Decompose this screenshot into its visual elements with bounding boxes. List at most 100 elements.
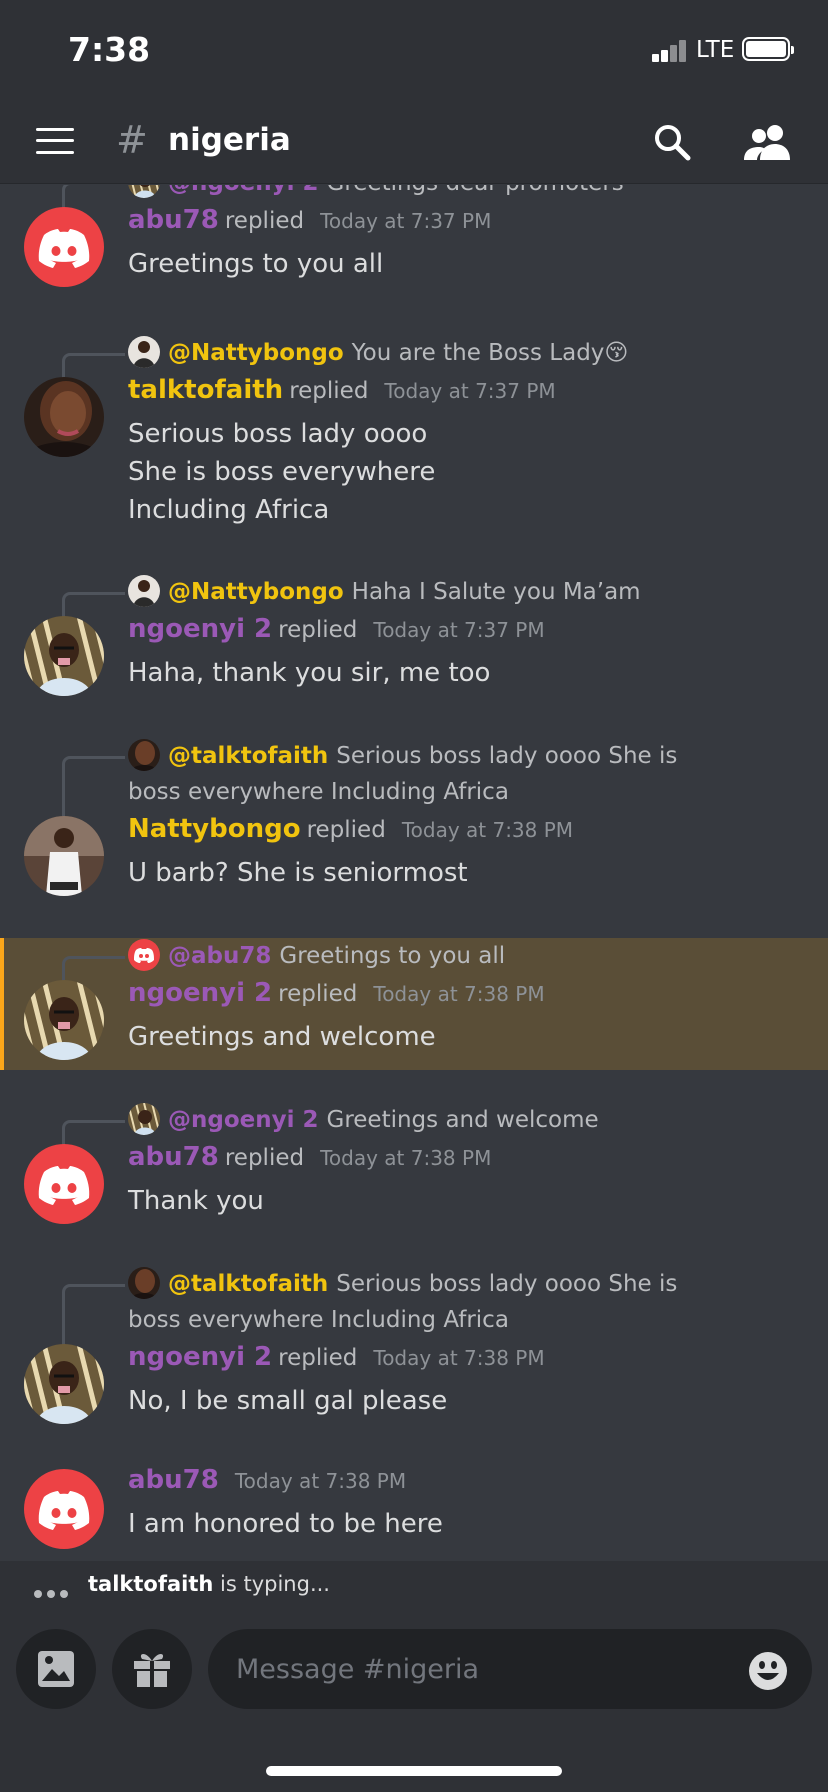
message-header: abu78 replied Today at 7:38 PM xyxy=(128,1142,491,1172)
message-item[interactable]: @talktofaith Serious boss lady oooo She i… xyxy=(0,1266,828,1426)
reply-mention[interactable]: @ngoenyi 2 xyxy=(168,1107,319,1133)
status-bar: 7:38 LTE xyxy=(0,0,828,100)
channel-header: # nigeria xyxy=(0,100,828,184)
emoji-icon[interactable] xyxy=(748,1651,788,1691)
typing-user: talktofaith xyxy=(88,1572,214,1596)
message-line: Greetings to you all xyxy=(128,249,384,279)
discord-logo-icon xyxy=(24,207,104,287)
hamburger-icon[interactable] xyxy=(36,126,74,156)
message-item[interactable]: abu78 Today at 7:38 PM I am honored to be… xyxy=(0,1465,828,1561)
reply-text: Greetings and welcome xyxy=(326,1107,599,1133)
message-header: abu78 replied Today at 7:37 PM xyxy=(128,205,491,235)
reply-avatar xyxy=(128,1267,160,1299)
reply-preview[interactable]: @abu78 Greetings to you all xyxy=(128,938,708,974)
username[interactable]: abu78 xyxy=(128,205,219,235)
message-header: ngoenyi 2 replied Today at 7:38 PM xyxy=(128,978,545,1008)
timestamp: Today at 7:38 PM xyxy=(234,1469,407,1493)
message-item-highlighted[interactable]: @abu78 Greetings to you all ngoenyi 2 repl… xyxy=(0,938,828,1070)
message-line: Including Africa xyxy=(128,495,330,525)
message-content: Haha, thank you sir, me too xyxy=(128,654,490,692)
reply-avatar xyxy=(128,336,160,368)
reply-preview[interactable]: @Nattybongo You are the Boss Lady😚 xyxy=(128,335,708,371)
message-item[interactable]: @ngoenyi 2 Greetings dear promoters abu78… xyxy=(0,185,828,305)
message-line: She is boss everywhere xyxy=(128,457,436,487)
reply-text: Haha I Salute you Ma’am xyxy=(351,579,641,605)
reply-mention[interactable]: @Nattybongo xyxy=(168,340,344,366)
reply-text: Greetings to you all xyxy=(279,943,506,969)
message-input[interactable] xyxy=(208,1629,812,1709)
typing-dots-icon xyxy=(34,1583,73,1602)
search-icon[interactable] xyxy=(652,122,692,162)
reply-mention[interactable]: @Nattybongo xyxy=(168,579,344,605)
replied-label: replied xyxy=(278,1345,358,1371)
reply-avatar xyxy=(128,739,160,771)
reply-preview[interactable]: @ngoenyi 2 Greetings dear promoters xyxy=(128,185,708,201)
reply-preview[interactable]: @talktofaith Serious boss lady oooo She i… xyxy=(128,1266,708,1338)
reply-mention[interactable]: @ngoenyi 2 xyxy=(168,185,319,196)
image-upload-button[interactable] xyxy=(16,1629,96,1709)
timestamp: Today at 7:38 PM xyxy=(401,818,574,842)
avatar[interactable] xyxy=(24,207,104,287)
message-content: Greetings and welcome xyxy=(128,1018,436,1056)
timestamp: Today at 7:37 PM xyxy=(384,379,556,403)
message-header: abu78 Today at 7:38 PM xyxy=(128,1465,406,1495)
message-line: Haha, thank you sir, me too xyxy=(128,658,491,688)
message-item[interactable]: @Nattybongo You are the Boss Lady😚 talkto… xyxy=(0,335,828,535)
battery-icon xyxy=(742,37,794,61)
username[interactable]: talktofaith xyxy=(128,375,283,405)
reply-connector xyxy=(62,756,125,819)
message-item[interactable]: @talktofaith Serious boss lady oooo She i… xyxy=(0,738,828,898)
reply-avatar xyxy=(128,1103,160,1135)
avatar[interactable] xyxy=(24,816,104,896)
message-item[interactable]: @Nattybongo Haha I Salute you Ma’am ngoen… xyxy=(0,574,828,704)
message-line: U barb? She is seniormost xyxy=(128,858,468,888)
message-header: talktofaith replied Today at 7:37 PM xyxy=(128,375,556,405)
home-indicator xyxy=(266,1766,562,1776)
image-icon xyxy=(38,1651,74,1687)
replied-label: replied xyxy=(306,817,386,843)
gift-button[interactable] xyxy=(112,1629,192,1709)
replied-label: replied xyxy=(224,208,305,234)
typing-text: talktofaith is typing... xyxy=(88,1572,330,1596)
message-content: Thank you xyxy=(128,1182,264,1220)
message-composer xyxy=(0,1611,828,1792)
reply-preview[interactable]: @ngoenyi 2 Greetings and welcome xyxy=(128,1102,708,1138)
username[interactable]: abu78 xyxy=(128,1142,219,1172)
message-item[interactable]: @ngoenyi 2 Greetings and welcome abu78 rep… xyxy=(0,1102,828,1232)
username[interactable]: abu78 xyxy=(128,1465,219,1495)
replied-label: replied xyxy=(278,981,358,1007)
reply-preview[interactable]: @talktofaith Serious boss lady oooo She i… xyxy=(128,738,708,810)
members-icon[interactable] xyxy=(742,122,792,162)
timestamp: Today at 7:38 PM xyxy=(373,1346,545,1370)
avatar[interactable] xyxy=(24,1344,104,1424)
reply-text: Greetings dear promoters xyxy=(327,185,624,196)
username[interactable]: Nattybongo xyxy=(128,814,301,844)
avatar[interactable] xyxy=(24,377,104,457)
typing-indicator: talktofaith is typing... xyxy=(0,1561,828,1611)
signal-icon xyxy=(652,40,688,62)
avatar[interactable] xyxy=(24,616,104,696)
reply-mention[interactable]: @talktofaith xyxy=(168,743,328,769)
reply-connector xyxy=(62,1284,125,1347)
channel-title: nigeria xyxy=(168,122,291,158)
replied-label: replied xyxy=(278,617,358,643)
message-line: Thank you xyxy=(128,1186,264,1216)
avatar[interactable] xyxy=(24,1469,104,1549)
username[interactable]: ngoenyi 2 xyxy=(128,1342,272,1372)
reply-mention[interactable]: @abu78 xyxy=(168,943,271,969)
replied-label: replied xyxy=(224,1145,305,1171)
reply-mention[interactable]: @talktofaith xyxy=(168,1271,328,1297)
reply-preview[interactable]: @Nattybongo Haha I Salute you Ma’am xyxy=(128,574,708,610)
timestamp: Today at 7:37 PM xyxy=(373,618,545,642)
message-list[interactable]: @ngoenyi 2 Greetings dear promoters abu78… xyxy=(0,185,828,1561)
username[interactable]: ngoenyi 2 xyxy=(128,614,272,644)
avatar[interactable] xyxy=(24,980,104,1060)
avatar[interactable] xyxy=(24,1144,104,1224)
message-line: No, I be small gal please xyxy=(128,1386,448,1416)
message-content: Greetings to you all xyxy=(128,245,383,283)
reply-avatar xyxy=(128,185,160,198)
message-content: No, I be small gal please xyxy=(128,1382,447,1420)
gift-icon xyxy=(134,1654,170,1687)
username[interactable]: ngoenyi 2 xyxy=(128,978,272,1008)
timestamp: Today at 7:38 PM xyxy=(320,1146,492,1170)
